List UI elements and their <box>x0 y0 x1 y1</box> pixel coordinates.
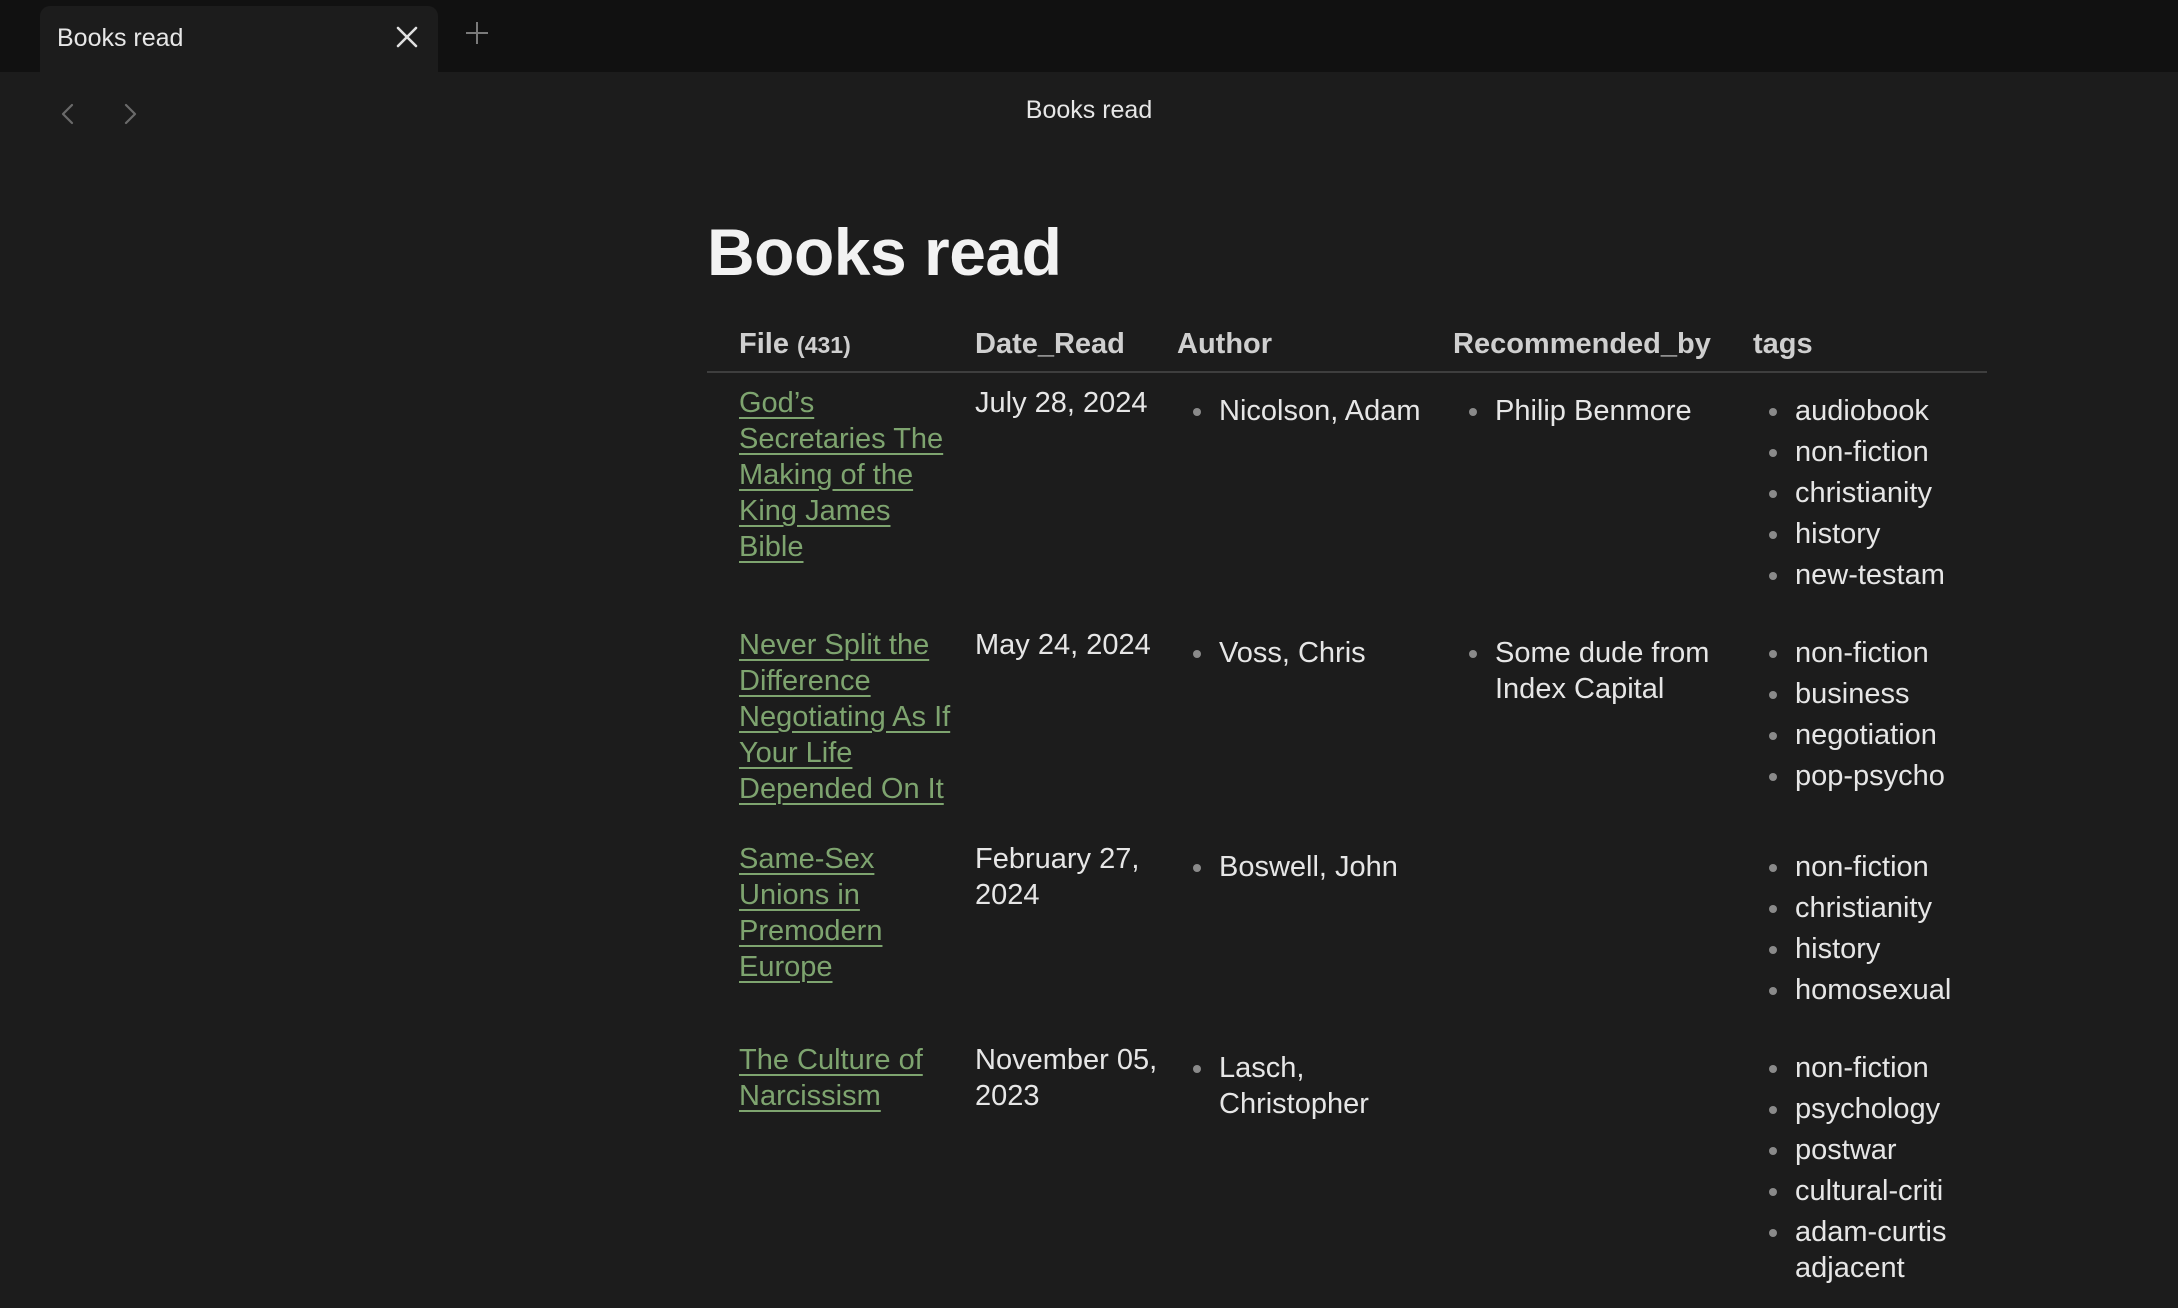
content-area: Books read Books read File (431) Date_Re… <box>0 72 2178 1284</box>
tag-item: non-fiction <box>1753 1050 1987 1086</box>
tab-title: Books read <box>57 24 184 52</box>
recommended-by-item: Some dude from Index Capital <box>1453 635 1753 707</box>
cell-author-list: Voss, Chris <box>1177 635 1453 671</box>
cell-recommended-by <box>1453 829 1753 1030</box>
plus-icon[interactable] <box>462 18 492 48</box>
tag-item: homosexual <box>1753 972 1987 1008</box>
cell-tags-list: audiobook non-fiction christianity history n… <box>1753 393 1987 593</box>
tag-item: non-fiction <box>1753 849 1987 885</box>
tag-item: new-testam <box>1753 557 1987 593</box>
page-title: Books read <box>707 215 1062 289</box>
cell-author: Voss, Chris <box>1177 615 1453 829</box>
cell-tags: non-fiction psychology postwar cultural-cri… <box>1753 1030 1987 1308</box>
tag-item: negotiation <box>1753 717 1987 753</box>
table-header-row: File (431) Date_Read Author Recommended_… <box>707 328 1987 373</box>
cell-tags: non-fiction business negotiation pop-psycho <box>1753 615 1987 829</box>
column-header-date-read[interactable]: Date_Read <box>975 328 1177 373</box>
recommended-by-item: Philip Benmore <box>1453 393 1753 429</box>
tag-item: business <box>1753 676 1987 712</box>
cell-recommended-by <box>1453 1030 1753 1308</box>
cell-file: God’s Secretaries The Making of the King… <box>707 372 975 615</box>
tag-item: christianity <box>1753 475 1987 511</box>
author-item: Lasch, Christopher <box>1177 1050 1453 1122</box>
table-body: God’s Secretaries The Making of the King… <box>707 372 1987 1308</box>
author-item: Boswell, John <box>1177 849 1453 885</box>
author-item: Voss, Chris <box>1177 635 1453 671</box>
cell-author-list: Nicolson, Adam <box>1177 393 1453 429</box>
tag-item: non-fiction <box>1753 635 1987 671</box>
file-link[interactable]: Never Split the Difference Negotiating A… <box>739 629 950 805</box>
cell-author-list: Lasch, Christopher <box>1177 1050 1453 1122</box>
column-header-recommended-by[interactable]: Recommended_by <box>1453 328 1753 373</box>
tag-item: non-fiction <box>1753 434 1987 470</box>
cell-recommended-by-list: Philip Benmore <box>1453 393 1753 429</box>
view-header-title: Books read <box>1025 96 1153 124</box>
tag-item: adam-curtis adjacent <box>1753 1214 1987 1286</box>
cell-date-read: November 05, 2023 <box>975 1044 1158 1112</box>
cell-date-read: July 28, 2024 <box>975 387 1148 419</box>
cell-recommended-by: Some dude from Index Capital <box>1453 615 1753 829</box>
tag-item: postwar <box>1753 1132 1987 1168</box>
cell-tags-list: non-fiction business negotiation pop-psycho <box>1753 635 1987 794</box>
close-icon[interactable] <box>390 20 424 54</box>
books-table: File (431) Date_Read Author Recommended_… <box>707 328 1987 1308</box>
tag-item: cultural-criti <box>1753 1173 1987 1209</box>
cell-date-read: February 27, 2024 <box>975 843 1140 911</box>
table-row: Never Split the Difference Negotiating A… <box>707 615 1987 829</box>
cell-author: Nicolson, Adam <box>1177 372 1453 615</box>
cell-author-list: Boswell, John <box>1177 849 1453 885</box>
cell-file: The Culture of Narcissism <box>707 1030 975 1308</box>
cell-file: Same-Sex Unions in Premodern Europe <box>707 829 975 1030</box>
table-row: Same-Sex Unions in Premodern Europe Febru… <box>707 829 1987 1030</box>
cell-recommended-by: Philip Benmore <box>1453 372 1753 615</box>
cell-tags-list: non-fiction christianity history homosexual <box>1753 849 1987 1008</box>
table-row: God’s Secretaries The Making of the King… <box>707 372 1987 615</box>
tag-item: audiobook <box>1753 393 1987 429</box>
cell-tags: non-fiction christianity history homosexual <box>1753 829 1987 1030</box>
tag-item: history <box>1753 931 1987 967</box>
tab-books-read[interactable]: Books read <box>40 6 438 72</box>
column-header-author[interactable]: Author <box>1177 328 1453 373</box>
cell-author: Boswell, John <box>1177 829 1453 1030</box>
tag-item: history <box>1753 516 1987 552</box>
column-header-file-label: File <box>739 328 789 360</box>
file-link[interactable]: Same-Sex Unions in Premodern Europe <box>739 843 882 983</box>
table-row: The Culture of Narcissism November 05, 20… <box>707 1030 1987 1308</box>
cell-tags-list: non-fiction psychology postwar cultural-cri… <box>1753 1050 1987 1286</box>
tag-item: psychology <box>1753 1091 1987 1127</box>
column-header-tags[interactable]: tags <box>1753 328 1987 373</box>
cell-author: Lasch, Christopher <box>1177 1030 1453 1308</box>
file-count: (431) <box>797 332 851 358</box>
file-link[interactable]: God’s Secretaries The Making of the King… <box>739 387 943 563</box>
column-header-file[interactable]: File (431) <box>707 328 975 373</box>
cell-tags: audiobook non-fiction christianity history n… <box>1753 372 1987 615</box>
note-page: Books read File (431) Date_Read Author R… <box>707 212 1987 1308</box>
cell-file: Never Split the Difference Negotiating A… <box>707 615 975 829</box>
cell-recommended-by-list: Some dude from Index Capital <box>1453 635 1753 707</box>
cell-date-read: May 24, 2024 <box>975 629 1151 661</box>
file-link[interactable]: The Culture of Narcissism <box>739 1044 923 1112</box>
tab-bar: Books read <box>0 0 2178 72</box>
tag-item: pop-psycho <box>1753 758 1987 794</box>
tag-item: christianity <box>1753 890 1987 926</box>
author-item: Nicolson, Adam <box>1177 393 1453 429</box>
